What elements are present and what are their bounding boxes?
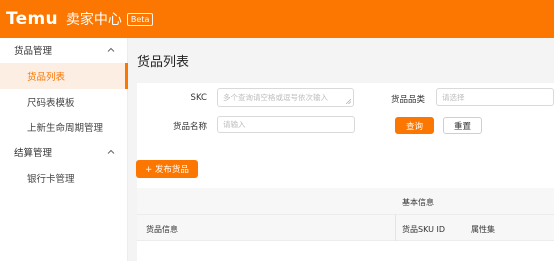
goods-name-label: 货品名称	[172, 122, 207, 132]
goods-name-placeholder: 请输入	[223, 120, 246, 129]
search-button[interactable]: 查询	[395, 117, 434, 134]
column-header-goods-info: 货品信息	[146, 225, 178, 234]
sidebar-item-label: 尺码表模板	[27, 98, 75, 109]
chevron-up-icon	[107, 149, 115, 154]
table-header-group-row: 基本信息	[137, 188, 554, 215]
sidebar-item-label: 银行卡管理	[27, 174, 75, 185]
sidebar-item-size-chart-template[interactable]: 尺码表模板	[0, 89, 128, 115]
table-header-row: 货品信息 货品SKU ID 属性集	[137, 215, 554, 241]
category-placeholder: 请选择	[442, 92, 465, 102]
skc-label: SKC	[190, 93, 207, 103]
app-title: 卖家中心	[65, 12, 122, 28]
top-bar: Temu 卖家中心 Beta	[0, 0, 554, 38]
column-header-attribute-set: 属性集	[471, 225, 495, 234]
sidebar-item-label: 上新生命周期管理	[27, 123, 104, 134]
sidebar-item-bank-card[interactable]: 银行卡管理	[0, 165, 128, 191]
reset-button[interactable]: 重置	[443, 117, 482, 134]
sidebar-item-label: 货品列表	[27, 72, 66, 83]
column-header-sku-id: 货品SKU ID	[402, 225, 446, 234]
sidebar: 货品管理 货品列表 尺码表模板 上新生命周期管理 结算管理 银行卡管理	[0, 38, 128, 261]
goods-name-input[interactable]: 请输入	[217, 116, 355, 133]
publish-goods-button[interactable]: + 发布货品	[136, 160, 198, 178]
sidebar-item-launch-lifecycle[interactable]: 上新生命周期管理	[0, 114, 128, 140]
skc-placeholder: 多个查询请空格或逗号依次输入	[223, 93, 328, 102]
category-select[interactable]: 请选择	[436, 88, 554, 106]
sidebar-group-label: 货品管理	[14, 46, 53, 57]
column-divider	[395, 215, 396, 241]
resize-handle-icon[interactable]	[346, 99, 351, 104]
skc-input[interactable]: 多个查询请空格或逗号依次输入	[217, 88, 354, 107]
sidebar-group-goods[interactable]: 货品管理	[0, 38, 128, 62]
beta-badge: Beta	[126, 12, 154, 26]
goods-table: 基本信息 货品信息 货品SKU ID 属性集	[137, 188, 554, 261]
brand-logo[interactable]: Temu	[6, 9, 58, 29]
chevron-up-icon	[107, 47, 115, 52]
sidebar-item-goods-list[interactable]: 货品列表	[0, 63, 128, 89]
basic-info-header: 基本信息	[402, 198, 434, 207]
sidebar-group-label: 结算管理	[14, 148, 53, 159]
category-label: 货品品类	[390, 95, 425, 105]
main-content: 货品列表 SKC 多个查询请空格或逗号依次输入 货品品类 请选择 货品名称 请输…	[128, 38, 554, 261]
filter-panel: SKC 多个查询请空格或逗号依次输入 货品品类 请选择 货品名称 请输入 查询 …	[137, 83, 554, 191]
page-title: 货品列表	[137, 55, 190, 70]
sidebar-group-settlement[interactable]: 结算管理	[0, 140, 128, 164]
